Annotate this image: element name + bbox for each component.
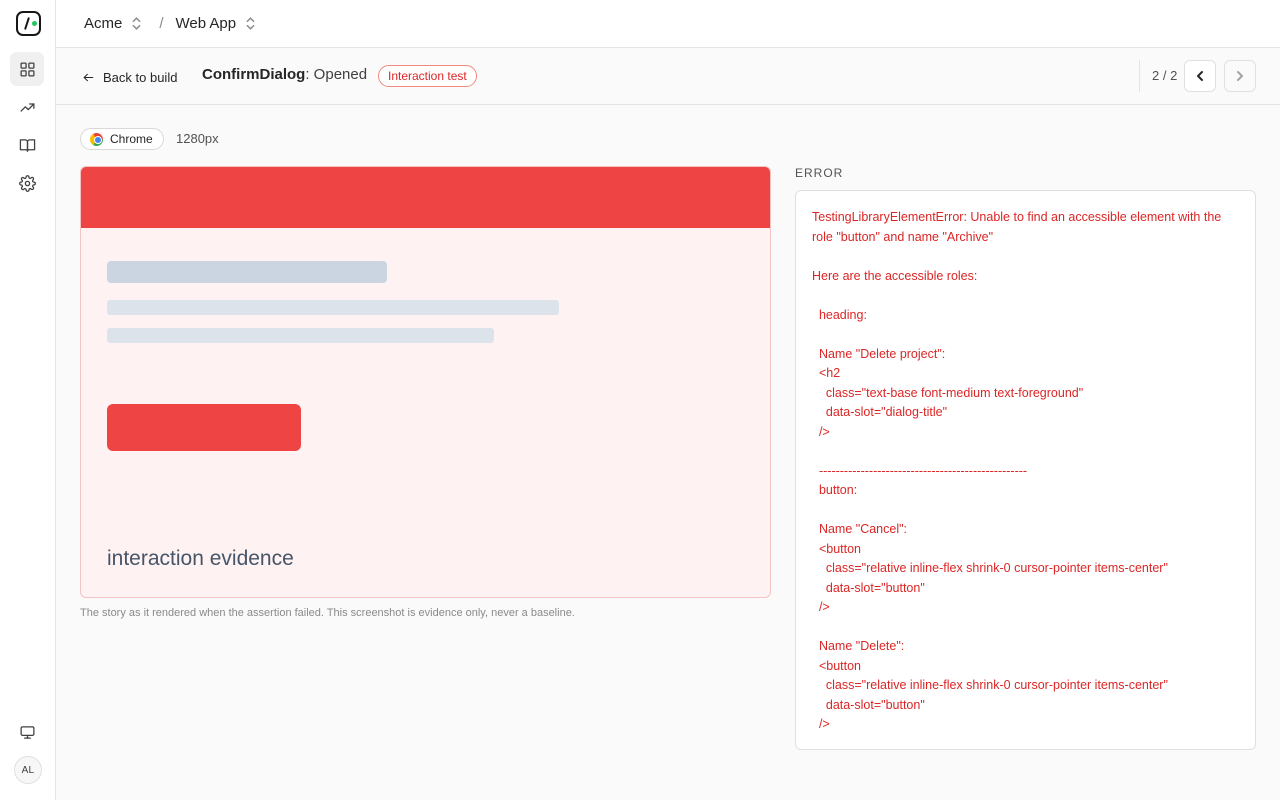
evidence-text-placeholder — [107, 300, 559, 315]
org-switcher[interactable]: Acme — [84, 15, 141, 32]
story-state: : Opened — [305, 66, 368, 83]
divider — [1139, 60, 1140, 92]
logo-slash — [24, 17, 30, 30]
chrome-icon — [90, 132, 103, 146]
back-label: Back to build — [103, 69, 178, 85]
error-message: TestingLibraryElementError: Unable to fi… — [812, 210, 1222, 731]
sidebar-item-docs[interactable] — [10, 128, 44, 162]
breadcrumb-separator: / — [159, 15, 164, 32]
evidence-text-placeholder — [107, 328, 494, 343]
interaction-test-badge: Interaction test — [378, 65, 477, 87]
evidence-note: The story as it rendered when the assert… — [80, 607, 575, 619]
evidence-title-placeholder — [107, 261, 387, 283]
sidebar: AL — [0, 0, 56, 800]
sidebar-item-activity[interactable] — [10, 90, 44, 124]
top-bar: Acme / Web App — [56, 0, 1280, 48]
book-icon — [19, 138, 35, 152]
browser-name: Chrome — [110, 132, 153, 146]
evidence-screenshot: interaction evidence — [80, 166, 771, 598]
chevron-left-icon — [1197, 71, 1203, 81]
project-switcher[interactable]: Web App — [176, 15, 256, 32]
viewport-width: 1280px — [176, 131, 219, 146]
grid-icon — [19, 61, 35, 77]
evidence-button-placeholder — [107, 404, 301, 451]
chevron-up-down-icon — [132, 17, 141, 30]
evidence-caption: interaction evidence — [107, 547, 294, 570]
component-name: ConfirmDialog — [202, 66, 306, 83]
pager-count: 2 / 2 — [1152, 68, 1178, 83]
previous-button[interactable] — [1184, 60, 1216, 92]
logo-dot — [32, 21, 37, 26]
back-to-build-link[interactable]: Back to build — [82, 67, 177, 87]
monitor-icon — [19, 725, 35, 739]
error-panel: TestingLibraryElementError: Unable to fi… — [795, 190, 1256, 750]
arrow-left-icon — [83, 73, 94, 81]
chevron-right-icon — [1237, 71, 1243, 81]
trend-icon — [19, 102, 35, 112]
avatar[interactable]: AL — [14, 756, 42, 784]
org-name: Acme — [84, 15, 123, 32]
error-heading: ERROR — [795, 166, 844, 180]
next-button[interactable] — [1224, 60, 1256, 92]
sidebar-item-settings[interactable] — [10, 166, 44, 200]
sidebar-item-display[interactable] — [10, 715, 44, 749]
browser-pill[interactable]: Chrome — [80, 128, 164, 150]
sidebar-item-builds[interactable] — [10, 52, 44, 86]
gear-icon — [18, 174, 36, 192]
evidence-header-bar — [81, 167, 770, 228]
project-name: Web App — [175, 15, 237, 32]
chevron-up-down-icon — [246, 17, 255, 30]
app-logo[interactable] — [16, 11, 41, 36]
story-header: Back to build ConfirmDialog : Opened Int… — [56, 48, 1280, 105]
story-title: ConfirmDialog : Opened — [202, 66, 367, 83]
